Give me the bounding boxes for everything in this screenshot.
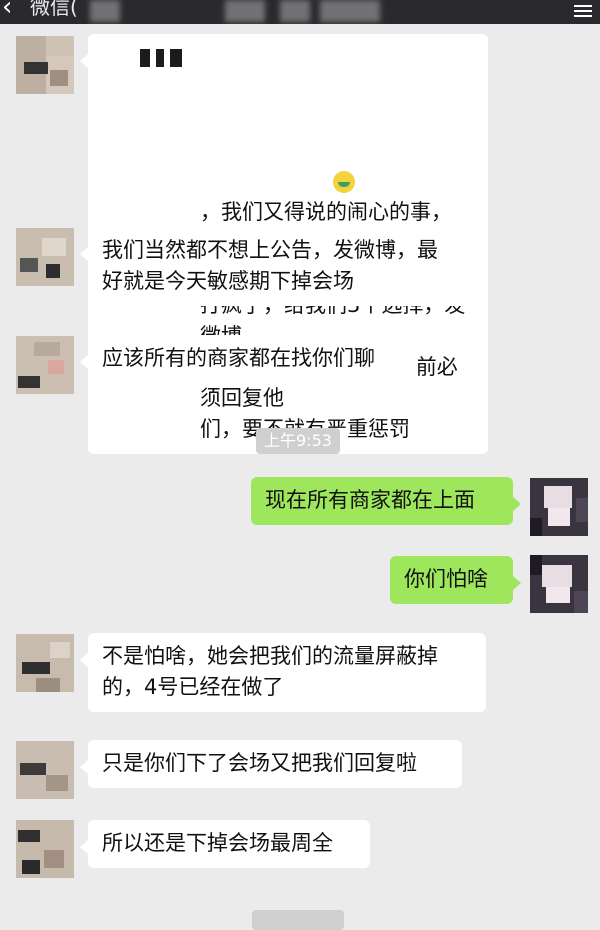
crying-face-emoji bbox=[333, 171, 355, 193]
avatar[interactable] bbox=[16, 634, 74, 692]
avatar[interactable] bbox=[16, 228, 74, 286]
more-icon[interactable] bbox=[574, 2, 592, 20]
message-bubble[interactable]: 我们当然都不想上公告，发微博，最 好就是今天敏感期下掉会场 bbox=[80, 227, 486, 306]
avatar[interactable] bbox=[16, 820, 74, 878]
timestamp: 上午9:53 bbox=[256, 428, 340, 454]
message-bubble[interactable]: 不是怕啥，她会把我们的流量屏蔽掉 的，4号已经在做了 bbox=[80, 633, 486, 712]
chat-title: 微信( bbox=[30, 0, 78, 19]
message-bubble[interactable]: 现在所有商家都在上面 bbox=[251, 477, 521, 525]
avatar[interactable] bbox=[16, 336, 74, 394]
chat-header: ‹ 微信( bbox=[0, 0, 600, 24]
message-bubble[interactable]: 你们怕啥 bbox=[390, 556, 521, 604]
message-bubble[interactable]: 应该所有的商家都在找你们聊 bbox=[80, 335, 418, 383]
chevron-left-icon[interactable]: ‹ bbox=[2, 0, 12, 20]
avatar[interactable] bbox=[530, 555, 588, 613]
message-bubble[interactable]: 只是你们下了会场又把我们回复啦 bbox=[80, 740, 462, 788]
timestamp-partial bbox=[252, 910, 344, 930]
avatar[interactable] bbox=[530, 478, 588, 536]
avatar[interactable] bbox=[16, 741, 74, 799]
message-bubble[interactable]: 所以还是下掉会场最周全 bbox=[80, 820, 370, 868]
avatar[interactable] bbox=[16, 36, 74, 94]
